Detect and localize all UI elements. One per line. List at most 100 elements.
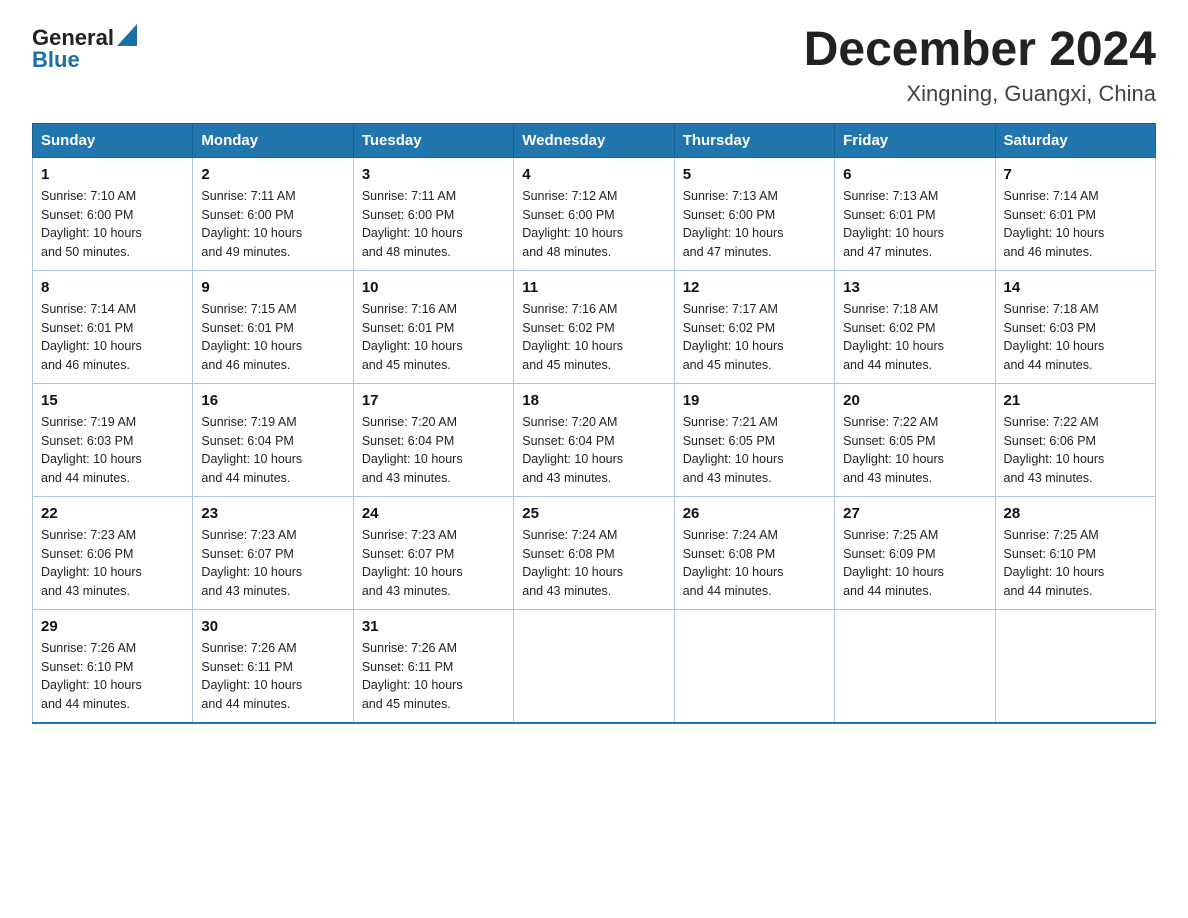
calendar-cell: 2 Sunrise: 7:11 AMSunset: 6:00 PMDaylight… [193,157,353,270]
day-number: 22 [41,505,184,522]
header-wednesday: Wednesday [514,123,674,157]
calendar-week-row: 29 Sunrise: 7:26 AMSunset: 6:10 PMDayligh… [33,609,1156,723]
header-tuesday: Tuesday [353,123,513,157]
day-number: 5 [683,166,826,183]
day-info: Sunrise: 7:24 AMSunset: 6:08 PMDaylight:… [683,526,826,601]
day-info: Sunrise: 7:16 AMSunset: 6:01 PMDaylight:… [362,300,505,375]
calendar-cell: 26Sunrise: 7:24 AMSunset: 6:08 PMDayligh… [674,496,834,609]
calendar-week-row: 22 Sunrise: 7:23 AMSunset: 6:06 PMDayligh… [33,496,1156,609]
calendar-table: SundayMondayTuesdayWednesdayThursdayFrid… [32,123,1156,724]
calendar-cell: 19Sunrise: 7:21 AMSunset: 6:05 PMDayligh… [674,383,834,496]
calendar-cell [995,609,1155,723]
day-number: 27 [843,505,986,522]
calendar-cell: 24 Sunrise: 7:23 AMSunset: 6:07 PMDayligh… [353,496,513,609]
day-info: Sunrise: 7:21 AMSunset: 6:05 PMDaylight:… [683,413,826,488]
calendar-cell: 28Sunrise: 7:25 AMSunset: 6:10 PMDayligh… [995,496,1155,609]
day-number: 11 [522,279,665,296]
day-number: 23 [201,505,344,522]
day-info: Sunrise: 7:26 AMSunset: 6:11 PMDaylight:… [201,639,344,714]
calendar-cell: 30 Sunrise: 7:26 AMSunset: 6:11 PMDayligh… [193,609,353,723]
day-info: Sunrise: 7:14 AMSunset: 6:01 PMDaylight:… [1004,187,1147,262]
calendar-cell: 14Sunrise: 7:18 AMSunset: 6:03 PMDayligh… [995,270,1155,383]
day-info: Sunrise: 7:14 AMSunset: 6:01 PMDaylight:… [41,300,184,375]
calendar-cell: 20Sunrise: 7:22 AMSunset: 6:05 PMDayligh… [835,383,995,496]
day-number: 21 [1004,392,1147,409]
calendar-cell: 1Sunrise: 7:10 AMSunset: 6:00 PMDaylight… [33,157,193,270]
day-number: 3 [362,166,505,183]
day-number: 8 [41,279,184,296]
calendar-cell: 11 Sunrise: 7:16 AMSunset: 6:02 PMDayligh… [514,270,674,383]
day-info: Sunrise: 7:18 AMSunset: 6:02 PMDaylight:… [843,300,986,375]
day-info: Sunrise: 7:26 AMSunset: 6:10 PMDaylight:… [41,639,184,714]
calendar-cell: 18Sunrise: 7:20 AMSunset: 6:04 PMDayligh… [514,383,674,496]
calendar-week-row: 8 Sunrise: 7:14 AMSunset: 6:01 PMDaylight… [33,270,1156,383]
day-info: Sunrise: 7:23 AMSunset: 6:07 PMDaylight:… [362,526,505,601]
calendar-cell: 13 Sunrise: 7:18 AMSunset: 6:02 PMDayligh… [835,270,995,383]
day-info: Sunrise: 7:19 AMSunset: 6:03 PMDaylight:… [41,413,184,488]
day-number: 12 [683,279,826,296]
day-number: 4 [522,166,665,183]
day-number: 14 [1004,279,1147,296]
day-info: Sunrise: 7:17 AMSunset: 6:02 PMDaylight:… [683,300,826,375]
calendar-cell: 4 Sunrise: 7:12 AMSunset: 6:00 PMDaylight… [514,157,674,270]
calendar-header-row: SundayMondayTuesdayWednesdayThursdayFrid… [33,123,1156,157]
day-number: 9 [201,279,344,296]
day-number: 2 [201,166,344,183]
day-number: 10 [362,279,505,296]
calendar-cell: 25Sunrise: 7:24 AMSunset: 6:08 PMDayligh… [514,496,674,609]
calendar-cell [514,609,674,723]
day-info: Sunrise: 7:20 AMSunset: 6:04 PMDaylight:… [522,413,665,488]
day-info: Sunrise: 7:24 AMSunset: 6:08 PMDaylight:… [522,526,665,601]
day-number: 15 [41,392,184,409]
header-saturday: Saturday [995,123,1155,157]
day-info: Sunrise: 7:23 AMSunset: 6:06 PMDaylight:… [41,526,184,601]
calendar-cell: 7 Sunrise: 7:14 AMSunset: 6:01 PMDaylight… [995,157,1155,270]
calendar-cell: 23 Sunrise: 7:23 AMSunset: 6:07 PMDayligh… [193,496,353,609]
day-number: 1 [41,166,184,183]
day-number: 30 [201,618,344,635]
title-block: December 2024 Xingning, Guangxi, China [804,24,1156,107]
page-header: General Blue December 2024 Xingning, Gua… [32,24,1156,107]
day-info: Sunrise: 7:26 AMSunset: 6:11 PMDaylight:… [362,639,505,714]
calendar-cell: 31 Sunrise: 7:26 AMSunset: 6:11 PMDayligh… [353,609,513,723]
day-info: Sunrise: 7:20 AMSunset: 6:04 PMDaylight:… [362,413,505,488]
calendar-cell [674,609,834,723]
day-info: Sunrise: 7:13 AMSunset: 6:00 PMDaylight:… [683,187,826,262]
day-number: 16 [201,392,344,409]
calendar-cell: 27 Sunrise: 7:25 AMSunset: 6:09 PMDayligh… [835,496,995,609]
day-number: 6 [843,166,986,183]
day-info: Sunrise: 7:25 AMSunset: 6:09 PMDaylight:… [843,526,986,601]
day-number: 13 [843,279,986,296]
day-number: 17 [362,392,505,409]
calendar-cell: 3Sunrise: 7:11 AMSunset: 6:00 PMDaylight… [353,157,513,270]
calendar-cell: 15 Sunrise: 7:19 AMSunset: 6:03 PMDayligh… [33,383,193,496]
day-number: 31 [362,618,505,635]
calendar-cell: 6 Sunrise: 7:13 AMSunset: 6:01 PMDaylight… [835,157,995,270]
calendar-cell: 17 Sunrise: 7:20 AMSunset: 6:04 PMDayligh… [353,383,513,496]
calendar-cell: 5 Sunrise: 7:13 AMSunset: 6:00 PMDaylight… [674,157,834,270]
day-info: Sunrise: 7:22 AMSunset: 6:06 PMDaylight:… [1004,413,1147,488]
header-monday: Monday [193,123,353,157]
calendar-cell: 16 Sunrise: 7:19 AMSunset: 6:04 PMDayligh… [193,383,353,496]
day-info: Sunrise: 7:13 AMSunset: 6:01 PMDaylight:… [843,187,986,262]
logo-blue-text: Blue [32,47,80,73]
logo-triangle-icon [117,24,137,46]
header-sunday: Sunday [33,123,193,157]
day-number: 24 [362,505,505,522]
calendar-cell: 8 Sunrise: 7:14 AMSunset: 6:01 PMDaylight… [33,270,193,383]
day-number: 28 [1004,505,1147,522]
calendar-cell [835,609,995,723]
day-info: Sunrise: 7:23 AMSunset: 6:07 PMDaylight:… [201,526,344,601]
calendar-cell: 10 Sunrise: 7:16 AMSunset: 6:01 PMDayligh… [353,270,513,383]
header-thursday: Thursday [674,123,834,157]
day-info: Sunrise: 7:22 AMSunset: 6:05 PMDaylight:… [843,413,986,488]
day-number: 7 [1004,166,1147,183]
location-subtitle: Xingning, Guangxi, China [804,81,1156,107]
day-info: Sunrise: 7:16 AMSunset: 6:02 PMDaylight:… [522,300,665,375]
day-info: Sunrise: 7:19 AMSunset: 6:04 PMDaylight:… [201,413,344,488]
calendar-week-row: 1Sunrise: 7:10 AMSunset: 6:00 PMDaylight… [33,157,1156,270]
calendar-cell: 9Sunrise: 7:15 AMSunset: 6:01 PMDaylight… [193,270,353,383]
day-number: 29 [41,618,184,635]
day-info: Sunrise: 7:12 AMSunset: 6:00 PMDaylight:… [522,187,665,262]
day-info: Sunrise: 7:11 AMSunset: 6:00 PMDaylight:… [201,187,344,262]
